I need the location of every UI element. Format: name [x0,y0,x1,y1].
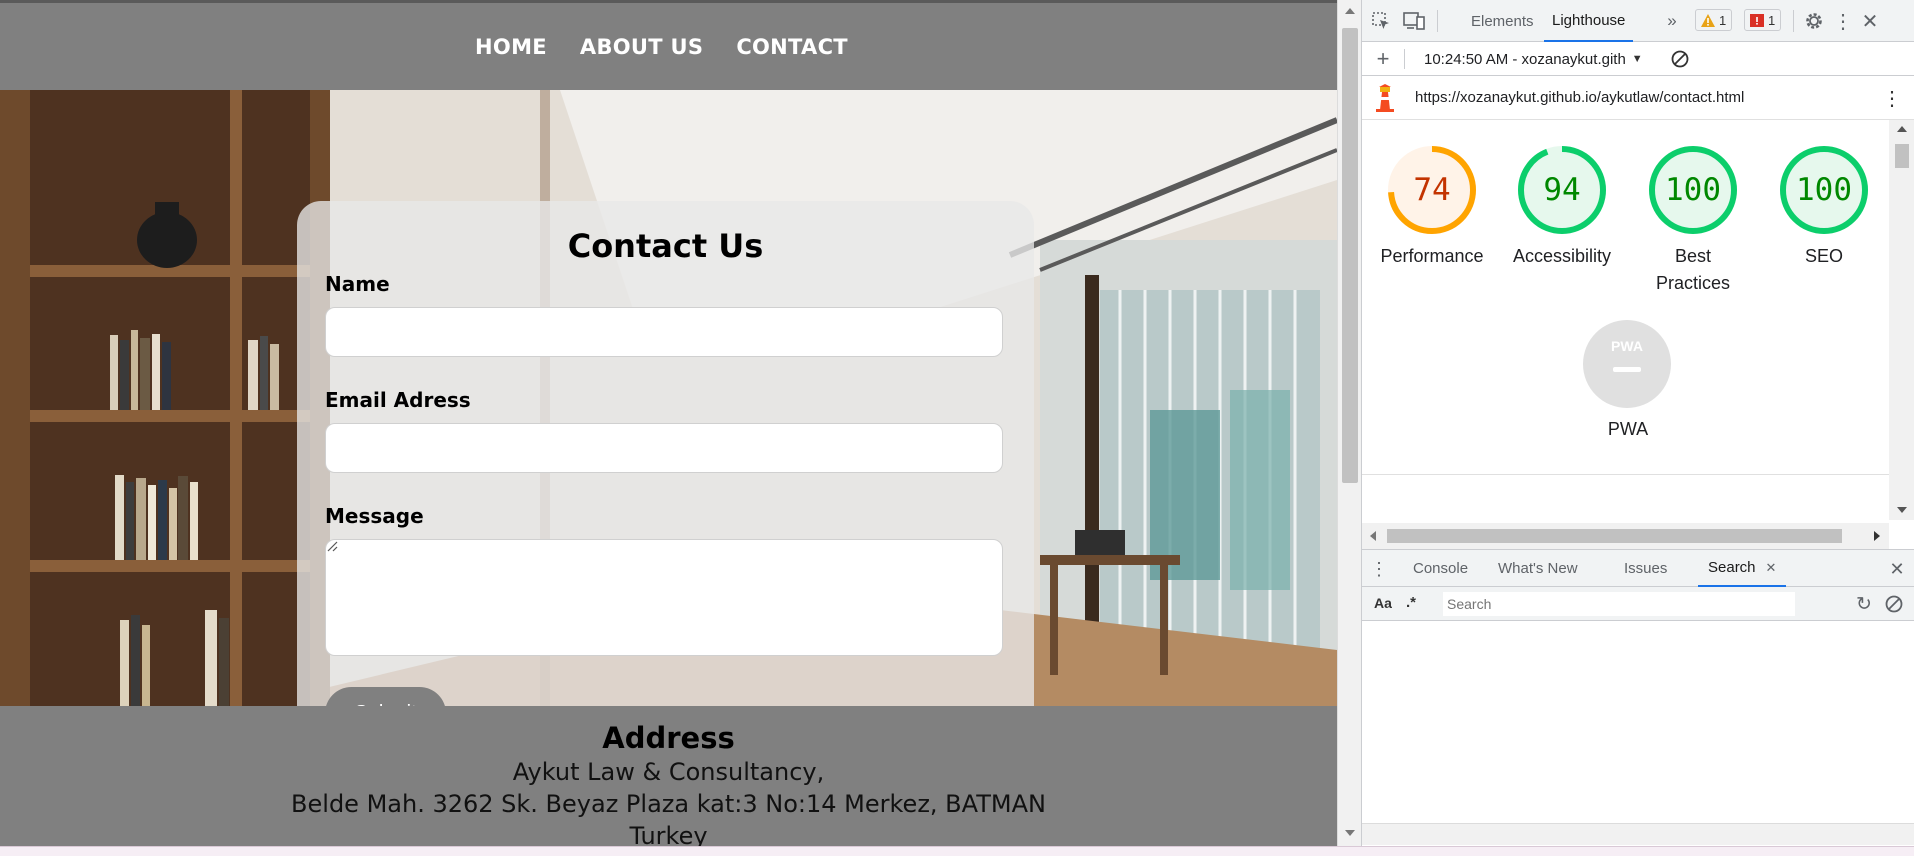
clear-reports-icon[interactable] [1669,48,1691,70]
drawer-menu-kebab-icon[interactable]: ⋮ [1370,558,1388,580]
label-seo: SEO [1804,246,1843,266]
message-label: Message [325,504,424,528]
lighthouse-vertical-scrollbar[interactable] [1889,120,1914,520]
dropdown-caret-icon: ▼ [1631,53,1643,65]
drawer-tabbar: ⋮ Console What's New Issues Search ✕ ✕ [1362,549,1914,587]
label-performance: Performance [1380,246,1484,266]
report-selector[interactable]: 10:24:50 AM - xozanaykut.gith ▼ [1424,49,1643,69]
report-selector-text: 10:24:50 AM - xozanaykut.gith [1424,50,1626,68]
more-tabs-chevron-icon[interactable]: » [1662,10,1682,32]
site-navbar: HOME ABOUT US CONTACT [0,3,1337,90]
page-scrollbar[interactable] [1337,0,1361,856]
h-scroll-right-icon[interactable] [1874,531,1880,541]
score-seo: 100 [1796,172,1852,208]
lighthouse-score-gauges: 74 Performance 94 Accessibility 100 Best… [1362,120,1889,475]
scroll-down-arrow-icon[interactable] [1345,830,1355,836]
errors-badge[interactable]: 1 [1744,9,1782,31]
page-scrollbar-thumb[interactable] [1342,28,1358,483]
refresh-search-icon[interactable]: ↻ [1853,593,1875,615]
label-best-practices: Best Practices [1655,246,1731,293]
contact-form-card: Contact Us Name Email Adress Message Sub… [297,201,1034,706]
report-menu-kebab-icon[interactable]: ⋮ [1882,87,1902,110]
match-case-toggle[interactable]: Aa [1374,595,1392,611]
lh-scroll-up-icon[interactable] [1897,126,1907,132]
label-accessibility: Accessibility [1512,246,1612,266]
clear-search-icon[interactable] [1883,593,1905,615]
new-report-plus-icon[interactable]: + [1372,46,1394,71]
lh-scroll-thumb[interactable] [1895,144,1909,168]
warnings-count: 1 [1719,12,1727,28]
message-textarea[interactable] [325,539,1003,656]
resize-handle-icon[interactable] [326,540,338,552]
screen: HOME ABOUT US CONTACT Contact Us Name Em… [0,0,1914,856]
hero-office-background: Contact Us Name Email Adress Message Sub… [0,90,1337,706]
gauge-performance[interactable]: 74 Performance [1380,145,1484,295]
score-best-practices: 100 [1665,172,1721,208]
address-heading: Address [602,721,735,755]
drawer-tab-console[interactable]: Console [1413,550,1468,587]
drawer-tab-search-label: Search [1708,559,1756,576]
tab-elements[interactable]: Elements [1471,0,1534,42]
more-options-kebab-icon[interactable]: ⋮ [1833,10,1853,33]
scroll-up-arrow-icon[interactable] [1345,8,1355,14]
email-input[interactable] [325,423,1003,473]
contact-title: Contact Us [567,227,764,265]
gauge-accessibility[interactable]: 94 Accessibility [1513,145,1611,295]
devtools-toolbar: Elements Lighthouse » 1 1 ⋮ ✕ [1362,0,1914,42]
search-toolbar: Aa .* ↻ [1362,587,1914,621]
close-search-tab-icon[interactable]: ✕ [1766,560,1777,576]
regex-toggle[interactable]: .* [1406,594,1416,611]
address-section: Address Aykut Law & Consultancy, Belde M… [0,720,1337,852]
scores-divider [1362,474,1889,475]
name-input[interactable] [325,307,1003,357]
settings-gear-icon[interactable] [1803,10,1825,32]
nav-home-link[interactable]: HOME [475,35,547,59]
gauge-seo[interactable]: 100 SEO [1779,145,1869,295]
toolbar-divider [1437,10,1438,32]
pwa-badge-text: PWA [1611,338,1643,354]
report-url[interactable]: https://xozanaykut.github.io/aykutlaw/co… [1415,89,1744,106]
lh-divider [1404,49,1405,69]
close-devtools-icon[interactable]: ✕ [1859,10,1881,33]
name-label: Name [325,272,390,296]
address-line-2: Belde Mah. 3262 Sk. Beyaz Plaza kat:3 No… [291,790,1046,818]
lighthouse-horizontal-scrollbar[interactable] [1362,523,1889,549]
toolbar-divider-2 [1793,10,1794,32]
warning-icon [1701,13,1715,27]
lighthouse-logo-icon [1376,84,1394,112]
nav-contact-link[interactable]: CONTACT [736,35,848,59]
devtools-bottom-bar [1362,823,1914,845]
pwa-badge-circle: PWA [1583,320,1671,408]
h-scroll-thumb[interactable] [1387,529,1842,543]
gauge-best-practices[interactable]: 100 Best Practices [1648,145,1738,295]
drawer-tab-issues[interactable]: Issues [1624,550,1667,587]
drawer-tab-search[interactable]: Search ✕ [1698,550,1787,587]
devtools-panel: Elements Lighthouse » 1 1 ⋮ ✕ + 10:24:50… [1361,0,1914,856]
pwa-dash-icon [1613,367,1641,372]
close-drawer-icon[interactable]: ✕ [1887,558,1907,580]
tab-lighthouse[interactable]: Lighthouse [1544,0,1634,42]
nav-about-link[interactable]: ABOUT US [580,35,703,59]
device-toolbar-icon[interactable] [1402,10,1426,32]
score-accessibility: 94 [1543,172,1581,208]
gauge-pwa[interactable]: PWA PWA [1583,320,1673,450]
email-label: Email Adress [325,388,471,412]
window-bottom-edge [0,846,1914,856]
h-scroll-left-icon[interactable] [1370,531,1376,541]
label-pwa: PWA [1607,419,1649,439]
lh-scroll-down-icon[interactable] [1897,507,1907,513]
error-icon [1750,13,1764,27]
report-url-row: https://xozanaykut.github.io/aykutlaw/co… [1362,76,1914,120]
submit-button[interactable]: Submit [325,687,446,706]
search-input[interactable] [1443,592,1795,616]
lighthouse-toolbar: + 10:24:50 AM - xozanaykut.gith ▼ [1362,42,1914,76]
inspect-element-icon[interactable] [1370,10,1392,32]
website-viewport: HOME ABOUT US CONTACT Contact Us Name Em… [0,0,1337,856]
address-line-1: Aykut Law & Consultancy, [512,758,825,786]
drawer-tab-whats-new[interactable]: What's New [1498,550,1578,587]
errors-count: 1 [1768,12,1776,28]
score-performance: 74 [1413,172,1451,208]
warnings-badge[interactable]: 1 [1695,9,1733,31]
